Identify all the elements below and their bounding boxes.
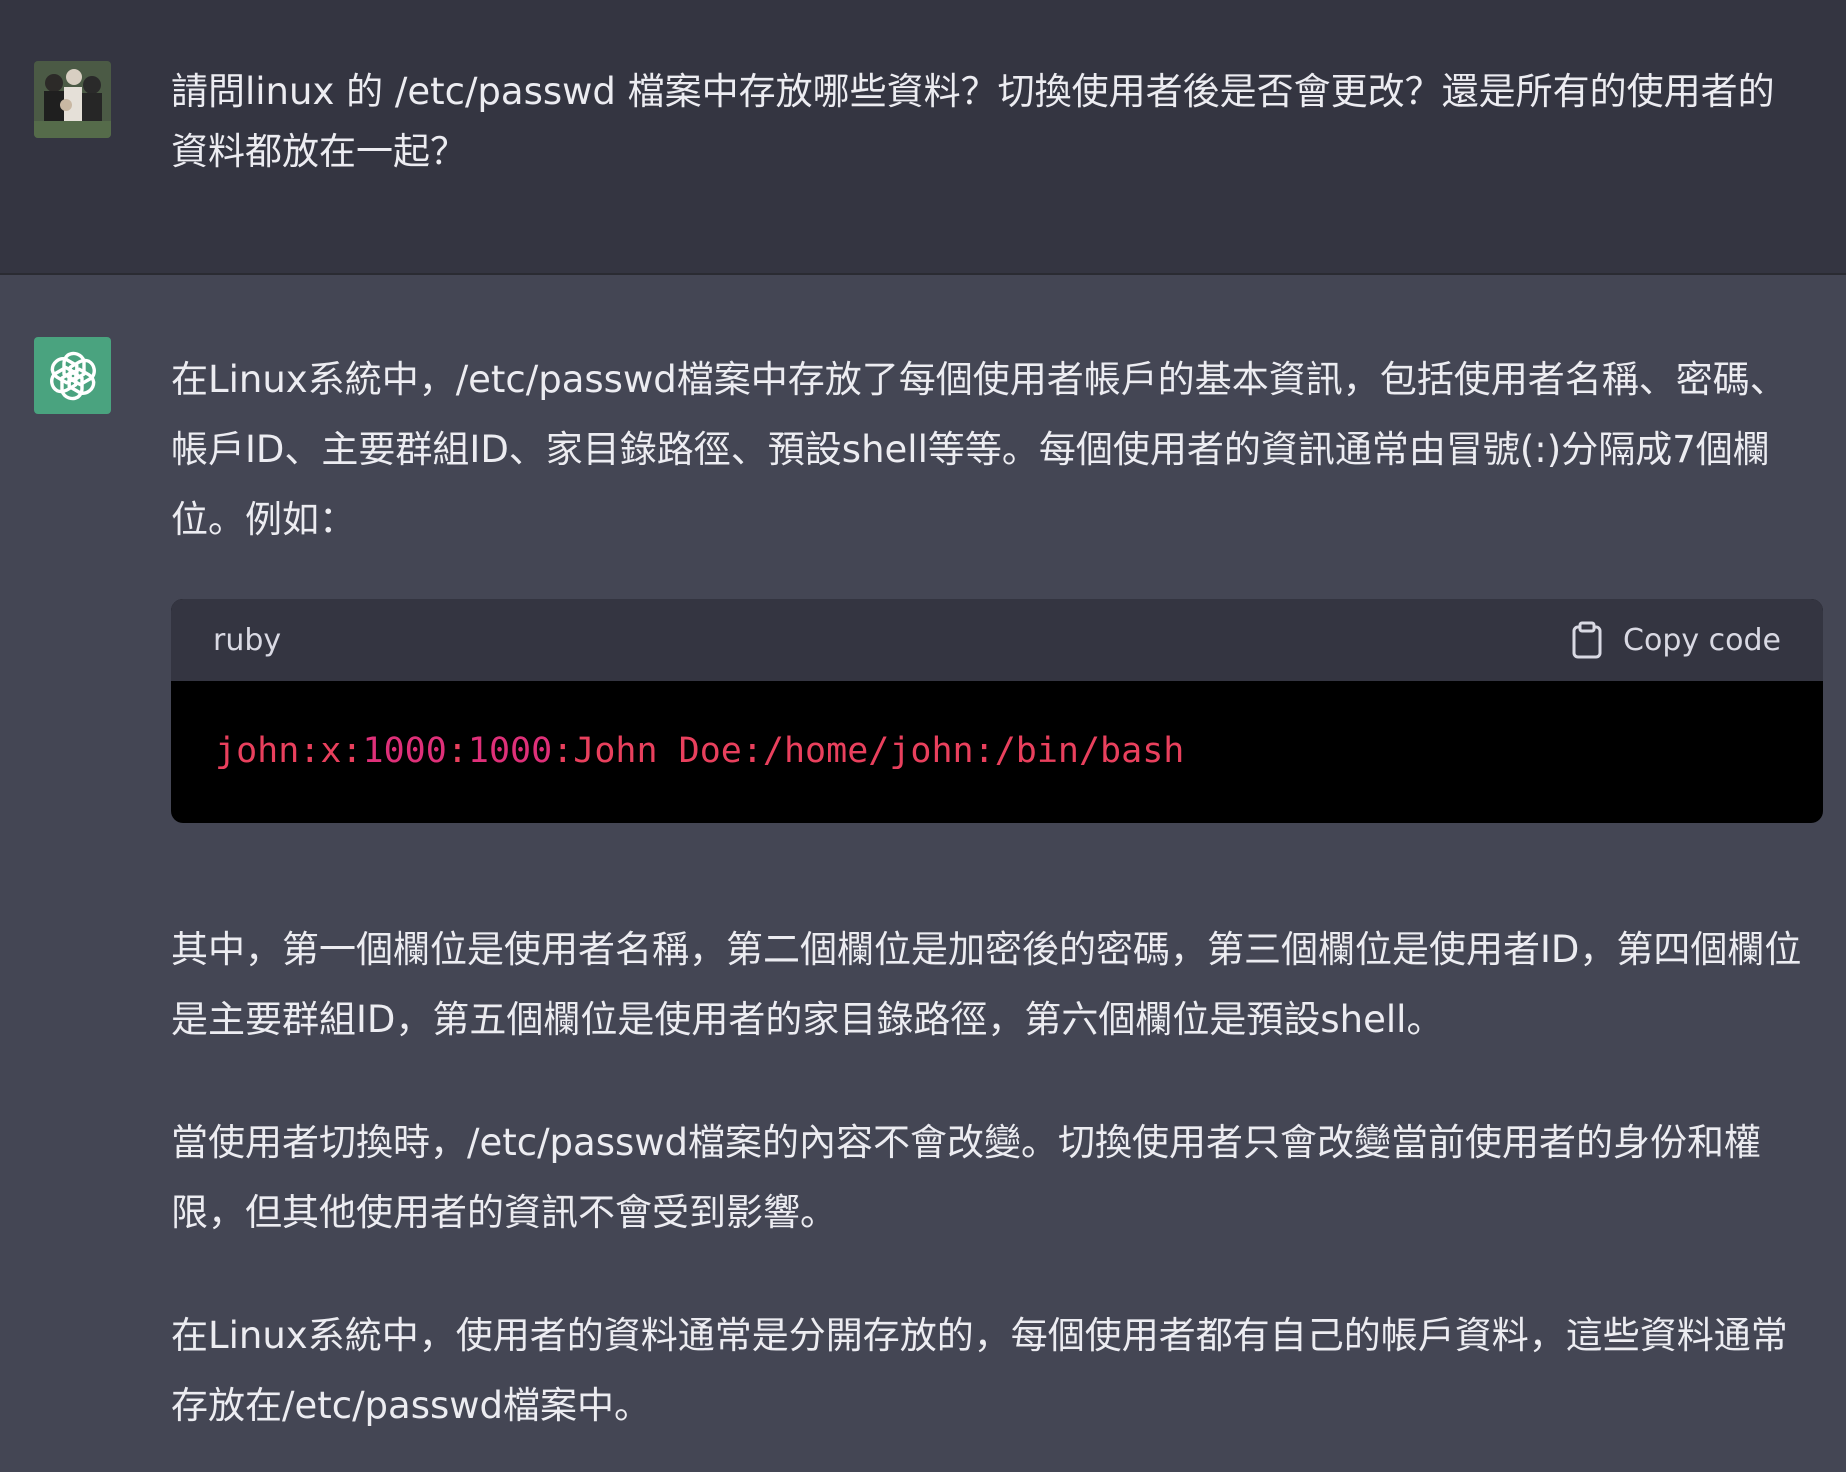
user-avatar [34, 61, 111, 138]
clipboard-icon [1572, 621, 1602, 659]
assistant-paragraph-1: 在Linux系統中，/etc/passwd檔案中存放了每個使用者帳戶的基本資訊，… [171, 358, 1787, 541]
assistant-avatar [34, 337, 111, 414]
openai-logo-icon [49, 351, 96, 400]
code-language-label: ruby [213, 622, 282, 658]
assistant-paragraph-4: 在Linux系統中，使用者的資料通常是分開存放的，每個使用者都有自己的帳戶資料，… [171, 1314, 1788, 1427]
assistant-paragraph-3: 當使用者切換時，/etc/passwd檔案的內容不會改變。切換使用者只會改變當前… [171, 1121, 1762, 1234]
code-block-header: ruby Copy code [171, 599, 1823, 681]
code-token: :John Doe:/home/john:/bin/bash [552, 731, 1185, 771]
code-content: john:x:1000:1000:John Doe:/home/john:/bi… [171, 681, 1823, 821]
code-number-token: 1000 [467, 731, 553, 771]
user-message-text: 請問linux 的 /etc/passwd 檔案中存放哪些資料？切換使用者後是否… [171, 70, 1775, 173]
copy-code-label: Copy code [1623, 622, 1781, 658]
assistant-message-row: 在Linux系統中，/etc/passwd檔案中存放了每個使用者帳戶的基本資訊，… [0, 275, 1846, 1472]
user-photo-icon [34, 61, 111, 138]
code-token: john:x: [215, 731, 363, 771]
copy-code-button[interactable]: Copy code [1571, 621, 1781, 659]
code-block: ruby Copy code john:x:1000:1000:John Doe… [171, 599, 1823, 823]
assistant-paragraph-2: 其中，第一個欄位是使用者名稱，第二個欄位是加密後的密碼，第三個欄位是使用者ID，… [171, 928, 1802, 1041]
code-number-token: 1000 [362, 731, 447, 771]
code-token: : [446, 731, 468, 771]
user-message-row: 請問linux 的 /etc/passwd 檔案中存放哪些資料？切換使用者後是否… [0, 0, 1846, 275]
